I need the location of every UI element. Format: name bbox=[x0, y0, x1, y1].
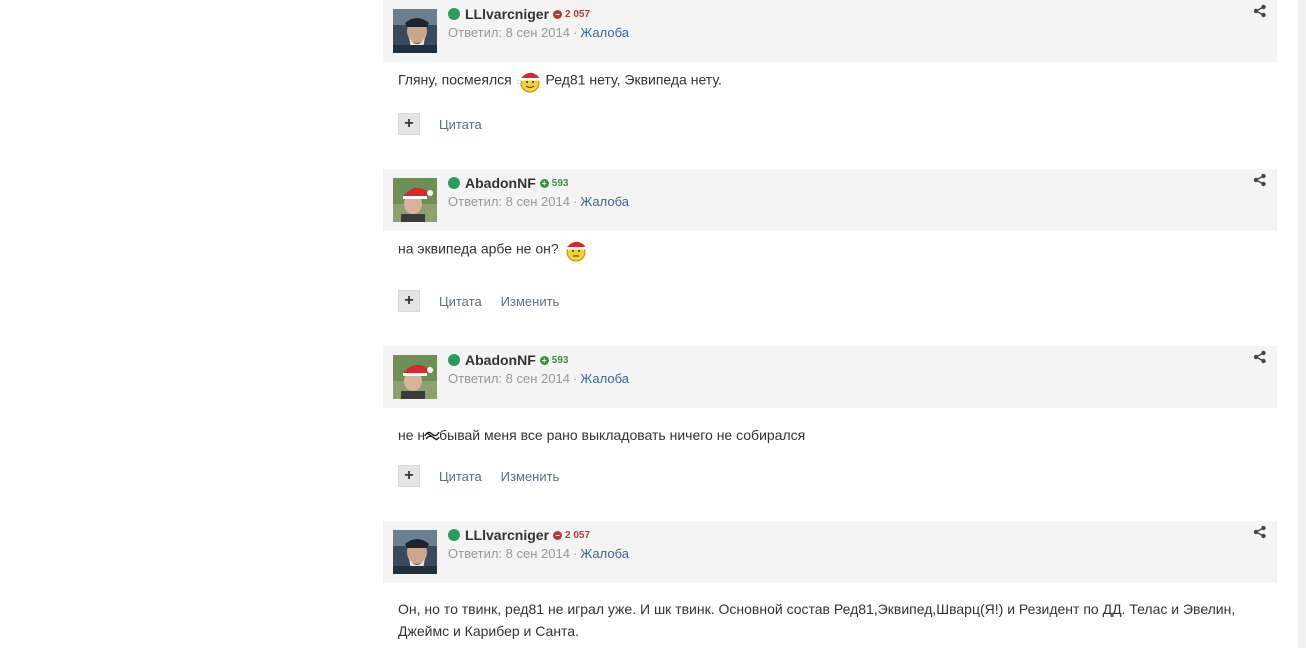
plus-icon: + bbox=[404, 115, 414, 132]
plus-button[interactable]: + bbox=[398, 290, 420, 312]
author-name[interactable]: LLlvarcniger bbox=[465, 6, 549, 22]
minus-icon: − bbox=[553, 530, 563, 540]
reputation-value: 593 bbox=[551, 177, 569, 189]
post-header: LLlvarcniger − 2 057 Ответил: 8 сен 2014… bbox=[383, 0, 1277, 62]
post-text: бывай меня все рано выкладовать ничего н… bbox=[439, 427, 806, 443]
post-controls: + Цитата bbox=[398, 113, 482, 135]
post-meta: Ответил: 8 сен 2014 · Жалоба bbox=[448, 25, 629, 40]
report-link[interactable]: Жалоба bbox=[580, 25, 629, 40]
post-header: LLlvarcniger − 2 057 Ответил: 8 сен 2014… bbox=[383, 521, 1277, 583]
plus-button[interactable]: + bbox=[398, 113, 420, 135]
reputation-badge: − 2 057 bbox=[553, 9, 590, 20]
author-name[interactable]: AbadonNF bbox=[465, 352, 536, 368]
share-icon[interactable] bbox=[1253, 350, 1267, 364]
post-body: на эквипеда арбе не он? bbox=[383, 231, 1277, 263]
plus-button[interactable]: + bbox=[398, 465, 420, 487]
report-link[interactable]: Жалоба bbox=[580, 194, 629, 209]
share-icon[interactable] bbox=[1253, 525, 1267, 539]
report-link[interactable]: Жалоба bbox=[580, 371, 629, 386]
avatar[interactable] bbox=[393, 530, 437, 574]
edit-link[interactable]: Изменить bbox=[501, 469, 560, 484]
santa-smiley-icon bbox=[566, 241, 586, 262]
post-date: Ответил: 8 сен 2014 bbox=[448, 371, 570, 386]
report-link[interactable]: Жалоба bbox=[580, 546, 629, 561]
post-meta: Ответил: 8 сен 2014 · Жалоба bbox=[448, 546, 629, 561]
plus-icon: + bbox=[539, 355, 549, 365]
plus-icon: + bbox=[404, 467, 414, 484]
share-icon[interactable] bbox=[1253, 173, 1267, 187]
post-controls: + Цитата Изменить bbox=[398, 290, 559, 312]
post-header: AbadonNF + 593 Ответил: 8 сен 2014 · Жалоб… bbox=[383, 169, 1277, 231]
post-meta: Ответил: 8 сен 2014 · Жалоба bbox=[448, 194, 629, 209]
quote-link[interactable]: Цитата bbox=[439, 117, 482, 132]
post-controls: + Цитата Изменить bbox=[398, 465, 559, 487]
online-indicator bbox=[448, 354, 460, 366]
post-body: Гляну, посмеялся Ред81 нету, Эквипеда не… bbox=[383, 62, 1277, 94]
scrollbar[interactable] bbox=[1298, 0, 1306, 648]
post: AbadonNF + 593 Ответил: 8 сен 2014 · Жалоб… bbox=[383, 169, 1277, 312]
post-text: Он, но то твинк, ред81 не играл уже. И ш… bbox=[398, 601, 1236, 639]
avatar[interactable] bbox=[393, 178, 437, 222]
post-text: не н bbox=[398, 427, 426, 443]
post-text: на эквипеда арбе не он? bbox=[398, 240, 559, 257]
post-date: Ответил: 8 сен 2014 bbox=[448, 25, 570, 40]
post: AbadonNF + 593 Ответил: 8 сен 2014 · Жалоб… bbox=[383, 346, 1277, 487]
post-meta: Ответил: 8 сен 2014 · Жалоба bbox=[448, 371, 629, 386]
avatar[interactable] bbox=[393, 355, 437, 399]
author-line: LLlvarcniger − 2 057 bbox=[448, 5, 590, 23]
share-icon[interactable] bbox=[1253, 4, 1267, 18]
author-line: AbadonNF + 593 bbox=[448, 174, 568, 192]
post-body: не н бывай меня все рано выкладовать нич… bbox=[383, 408, 1277, 446]
post-text: Ред81 нету, Эквипеда нету. bbox=[545, 71, 722, 88]
edit-link[interactable]: Изменить bbox=[501, 294, 560, 309]
reputation-badge: + 593 bbox=[539, 354, 569, 366]
santa-smiley-icon bbox=[516, 72, 540, 93]
avatar[interactable] bbox=[393, 9, 437, 53]
reputation-value: 2 057 bbox=[565, 8, 591, 20]
quote-link[interactable]: Цитата bbox=[439, 294, 482, 309]
post-header: AbadonNF + 593 Ответил: 8 сен 2014 · Жалоб… bbox=[383, 346, 1277, 408]
online-indicator bbox=[448, 177, 460, 189]
reputation-value: 593 bbox=[551, 354, 569, 366]
post-text: Гляну, посмеялся bbox=[398, 71, 512, 88]
plus-icon: + bbox=[539, 178, 549, 188]
author-line: LLlvarcniger − 2 057 bbox=[448, 526, 590, 544]
online-indicator bbox=[448, 8, 460, 20]
author-line: AbadonNF + 593 bbox=[448, 351, 568, 369]
reputation-badge: + 593 bbox=[539, 177, 569, 189]
post-body: Он, но то твинк, ред81 не играл уже. И ш… bbox=[383, 583, 1277, 642]
online-indicator bbox=[448, 529, 460, 541]
plus-icon: + bbox=[404, 292, 414, 309]
post-date: Ответил: 8 сен 2014 bbox=[448, 546, 570, 561]
quote-link[interactable]: Цитата bbox=[439, 469, 482, 484]
post: LLlvarcniger − 2 057 Ответил: 8 сен 2014… bbox=[383, 0, 1277, 135]
author-name[interactable]: AbadonNF bbox=[465, 175, 536, 191]
minus-icon: − bbox=[553, 9, 563, 19]
author-name[interactable]: LLlvarcniger bbox=[465, 527, 549, 543]
reputation-value: 2 057 bbox=[565, 529, 591, 541]
post: LLlvarcniger − 2 057 Ответил: 8 сен 2014… bbox=[383, 521, 1277, 642]
post-date: Ответил: 8 сен 2014 bbox=[448, 194, 570, 209]
reputation-badge: − 2 057 bbox=[553, 530, 590, 541]
